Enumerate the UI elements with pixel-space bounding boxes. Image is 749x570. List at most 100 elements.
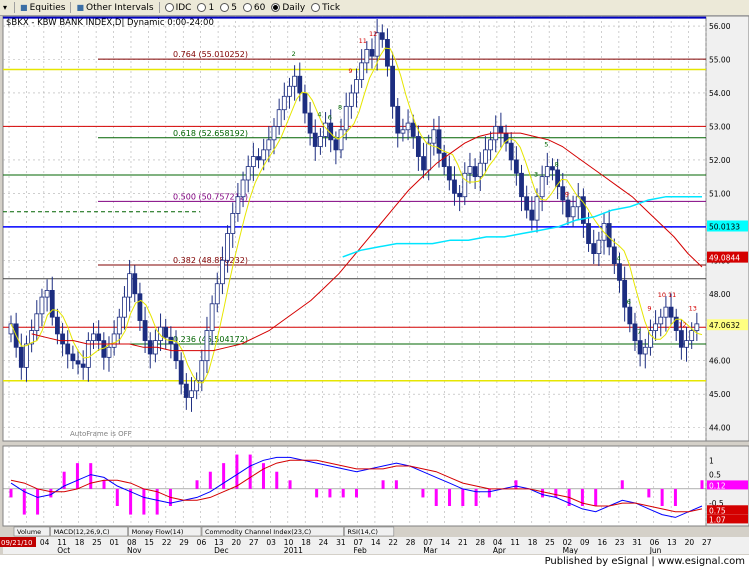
macd-histogram-bar	[275, 471, 279, 489]
toolbar-item-other-intervals[interactable]: ■ Other Intervals	[73, 3, 156, 13]
setup-count-label: 5	[544, 141, 548, 149]
macd-histogram-bar	[461, 488, 465, 506]
y-tick-label: 51.00	[709, 189, 731, 198]
checkbox-icon: ■	[76, 3, 84, 12]
setup-count-label: 8	[338, 104, 342, 112]
candle-body	[204, 330, 210, 362]
toolbar-item-daily[interactable]: Daily	[268, 3, 308, 13]
macd-histogram-bar	[647, 488, 651, 498]
candle-body	[65, 343, 71, 355]
x-tick-label: 25	[545, 538, 555, 547]
candle-body	[658, 316, 664, 325]
macd-histogram-bar	[142, 488, 146, 515]
chart-area[interactable]: 56.0055.0054.0053.0052.0051.0050.0049.00…	[0, 15, 749, 555]
setup-count-label: 4	[616, 254, 620, 262]
price-chart[interactable]: 56.0055.0054.0053.0052.0051.0050.0049.00…	[0, 15, 749, 555]
x-tick-label: 28	[406, 538, 416, 547]
divider	[14, 2, 16, 13]
candle-body	[606, 223, 612, 248]
candle-body	[415, 136, 421, 157]
toolbar-item-5[interactable]: 5	[217, 3, 240, 13]
toolbar-item-label: Tick	[322, 2, 341, 13]
macd-histogram-bar	[355, 488, 358, 498]
x-tick-label: 31	[632, 538, 642, 547]
candle-body	[457, 192, 463, 198]
toolbar-item-equities[interactable]: ■ Equities	[17, 3, 68, 13]
x-tick-label: 24	[319, 538, 329, 547]
candle-body	[116, 316, 122, 335]
candle-body	[70, 353, 76, 362]
candle-body	[91, 333, 96, 342]
macd-histogram-bar	[36, 488, 40, 515]
candle-body	[565, 199, 571, 218]
candle-body	[127, 273, 133, 298]
candle-body	[271, 126, 277, 141]
candle-body	[462, 172, 468, 198]
toolbar-item-60[interactable]: 60	[240, 3, 268, 13]
checkbox-icon: ■	[20, 3, 28, 12]
macd-value-label: 0.12	[709, 481, 726, 490]
candle-body	[60, 333, 65, 345]
setup-count-label: 9	[647, 304, 651, 312]
candle-body	[250, 156, 256, 167]
candle-body	[483, 149, 488, 164]
candle-body	[544, 166, 550, 178]
candle-body	[379, 32, 385, 40]
macd-histogram-bar	[660, 488, 664, 506]
x-tick-label: 29	[179, 538, 189, 547]
candle-body	[132, 273, 138, 295]
toolbar-item-label: 60	[253, 2, 266, 13]
candle-body	[570, 206, 576, 218]
candle-body	[183, 383, 189, 398]
candle-body	[498, 126, 504, 134]
candle-body	[189, 390, 194, 398]
toolbar-item-tick[interactable]: Tick	[308, 3, 343, 13]
candle-body	[111, 333, 117, 348]
x-month-label: Jun	[649, 546, 662, 554]
candle-body	[163, 326, 169, 338]
candle-body	[519, 172, 524, 198]
x-tick-label: 18	[528, 538, 538, 547]
candle-body	[307, 112, 313, 134]
toolbar-item-label: 1	[208, 2, 215, 13]
x-tick-label: 09	[580, 538, 590, 547]
x-tick-label: 28	[475, 538, 485, 547]
autoframe-note: AutoFrame is OFF	[70, 430, 132, 438]
macd-histogram-bar	[554, 488, 558, 498]
candle-body	[596, 239, 602, 254]
fib-level-label: 0.382 (48.856232)	[173, 256, 248, 265]
macd-histogram-bar	[235, 454, 239, 489]
setup-count-label: 6	[627, 298, 631, 306]
macd-histogram-bar	[49, 488, 53, 498]
chart-title: $BKX - KBW BANK INDEX,D| Dynamic 0:00-24…	[6, 18, 214, 28]
y-tick-label: 56.00	[709, 22, 731, 31]
candle-body	[452, 179, 457, 194]
candle-body	[178, 360, 184, 385]
setup-count-label: 9	[348, 67, 352, 75]
macd-histogram-bar	[421, 488, 425, 498]
symbol-menu[interactable]: ▾	[0, 3, 12, 12]
candle-body	[137, 293, 143, 321]
y-tick-label: 45.00	[709, 390, 731, 399]
candle-body	[642, 346, 648, 355]
setup-count-label: 11	[359, 37, 367, 45]
y-tick-label: 48.00	[709, 290, 731, 299]
y-tick-label: 54.00	[709, 89, 731, 98]
x-month-label: Nov	[127, 546, 142, 554]
toolbar-item-1[interactable]: 1	[194, 3, 217, 13]
published-by: Published by eSignal | www.esignal.com	[544, 556, 745, 567]
x-tick-label: 22	[162, 538, 172, 547]
candle-body	[441, 152, 447, 167]
toolbar-item-idc[interactable]: IDC	[162, 3, 195, 13]
candle-body	[431, 129, 437, 144]
candle-body	[586, 223, 591, 244]
candle-body	[694, 323, 700, 331]
candle-body	[513, 159, 519, 174]
x-tick-label: 16	[597, 538, 607, 547]
candle-body	[34, 313, 40, 331]
candle-body	[400, 129, 406, 134]
macd-histogram-bar	[9, 488, 13, 498]
candle-body	[96, 333, 102, 342]
x-tick-label: 18	[75, 538, 85, 547]
candle-body	[142, 320, 148, 342]
